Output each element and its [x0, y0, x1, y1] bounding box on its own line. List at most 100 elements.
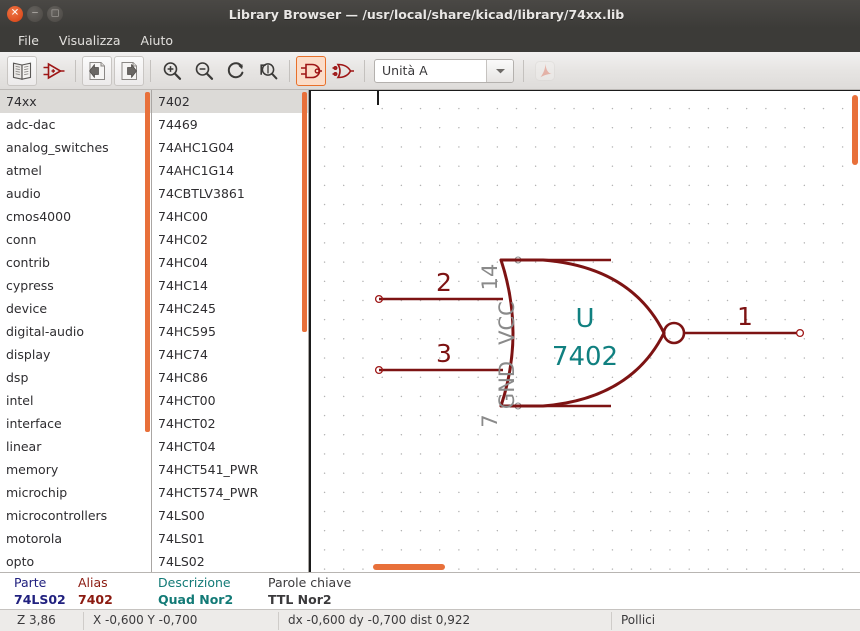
symbol-canvas[interactable]: 2 3 1 VCC 14 GND 7 U 7402 — [309, 90, 860, 572]
library-list-item[interactable]: audio — [0, 182, 151, 205]
pin-14-number: 14 — [478, 264, 502, 291]
component-list-item[interactable]: 74HCT574_PWR — [152, 481, 308, 504]
library-list-item[interactable]: motorola — [0, 527, 151, 550]
library-list-item-label: audio — [6, 186, 41, 201]
component-list-scrollbar[interactable] — [302, 92, 307, 332]
info-column-descrizione: Descrizione Quad Nor2 — [158, 574, 233, 608]
library-list-item[interactable]: contrib — [0, 251, 151, 274]
library-list-item-label: dsp — [6, 370, 28, 385]
component-list-item[interactable]: 74HC14 — [152, 274, 308, 297]
library-list-item[interactable]: analog_switches — [0, 136, 151, 159]
chevron-down-icon[interactable] — [486, 60, 513, 82]
library-list-item[interactable]: digital-audio — [0, 320, 151, 343]
canvas-horizontal-scrollbar[interactable] — [373, 564, 445, 570]
component-list-item[interactable]: 74HCT541_PWR — [152, 458, 308, 481]
library-list-item[interactable]: microcontrollers — [0, 504, 151, 527]
library-list-item[interactable]: opto — [0, 550, 151, 572]
library-list[interactable]: 74xxadc-dacanalog_switchesatmel audio cmos… — [0, 90, 152, 572]
symbol-value: 7402 — [552, 342, 618, 372]
close-icon[interactable]: ✕ — [7, 6, 23, 22]
pin-7-number: 7 — [478, 414, 502, 427]
canvas-vertical-scrollbar[interactable] — [852, 95, 858, 165]
library-list-item[interactable]: adc-dac — [0, 113, 151, 136]
zoom-out-button[interactable] — [189, 56, 219, 86]
component-list-item-label: 74HC86 — [158, 370, 208, 385]
title-bar: ✕ − □ Library Browser — /usr/local/share… — [0, 0, 860, 28]
library-list-item-label: microchip — [6, 485, 67, 500]
component-list-item[interactable]: 74HC245 — [152, 297, 308, 320]
library-list-item[interactable]: cmos4000 — [0, 205, 151, 228]
info-value-descrizione: Quad Nor2 — [158, 591, 233, 608]
component-list-item[interactable]: 74LS00 — [152, 504, 308, 527]
menu-item-file[interactable]: File — [8, 31, 49, 50]
info-value-alias: 7402 — [78, 591, 113, 608]
component-list-item[interactable]: 74HC04 — [152, 251, 308, 274]
library-list-item[interactable]: dsp — [0, 366, 151, 389]
next-button[interactable] — [114, 56, 144, 86]
library-list-item[interactable]: microchip — [0, 481, 151, 504]
library-list-item-label: intel — [6, 393, 33, 408]
library-list-item[interactable]: memory — [0, 458, 151, 481]
library-list-item[interactable]: conn — [0, 228, 151, 251]
component-list-item-label: 74CBTLV3861 — [158, 186, 245, 201]
datasheet-button[interactable] — [530, 56, 560, 86]
component-list-item[interactable]: 74HC74 — [152, 343, 308, 366]
unit-select[interactable]: Unità A — [374, 59, 514, 83]
component-list-item-label: 74AHC1G04 — [158, 140, 234, 155]
library-list-item[interactable]: device — [0, 297, 151, 320]
menu-item-visualizza[interactable]: Visualizza — [49, 31, 131, 50]
library-list-item[interactable]: linear — [0, 435, 151, 458]
library-list-item[interactable]: display — [0, 343, 151, 366]
component-list-item-label: 74HC00 — [158, 209, 208, 224]
component-list-item[interactable]: 7402 — [152, 90, 308, 113]
library-list-item-label: contrib — [6, 255, 50, 270]
component-list-item[interactable]: 74LS02 — [152, 550, 308, 572]
info-header-parole-chiave: Parole chiave — [268, 574, 351, 591]
redraw-button[interactable] — [221, 56, 251, 86]
library-list-item-label: interface — [6, 416, 62, 431]
select-library-button[interactable] — [7, 56, 37, 86]
menu-item-aiuto[interactable]: Aiuto — [131, 31, 184, 50]
component-list-item[interactable]: 74AHC1G04 — [152, 136, 308, 159]
component-list-item[interactable]: 74CBTLV3861 — [152, 182, 308, 205]
minimize-icon[interactable]: − — [27, 6, 43, 22]
library-list-item[interactable]: 74xx — [0, 90, 151, 113]
library-list-item-label: memory — [6, 462, 58, 477]
library-list-item[interactable]: cypress — [0, 274, 151, 297]
component-list-item[interactable]: 74469 — [152, 113, 308, 136]
select-component-button[interactable] — [39, 56, 69, 86]
component-list-item-label: 74HCT04 — [158, 439, 216, 454]
show-pin-deMorgan-converted-button[interactable] — [328, 56, 358, 86]
show-pin-deMorgan-normal-button[interactable] — [296, 56, 326, 86]
toolbar: Unità A — [0, 52, 860, 90]
library-list-scrollbar[interactable] — [145, 92, 150, 432]
component-list-item-label: 74LS01 — [158, 531, 205, 546]
component-list-item[interactable]: 74HC595 — [152, 320, 308, 343]
component-list-item[interactable]: 74HC86 — [152, 366, 308, 389]
status-delta: dx -0,600 dy -0,700 dist 0,922 — [288, 613, 470, 627]
zoom-fit-button[interactable] — [253, 56, 283, 86]
library-list-item-label: cypress — [6, 278, 54, 293]
symbol-reference: U — [575, 304, 594, 334]
library-list-item-label: digital-audio — [6, 324, 84, 339]
zoom-in-button[interactable] — [157, 56, 187, 86]
info-column-parte: Parte 74LS02 — [14, 574, 66, 608]
library-list-item[interactable]: intel — [0, 389, 151, 412]
component-list[interactable]: 740274469 74AHC1G04 74AHC1G14 74CBTLV3861 74… — [152, 90, 309, 572]
maximize-icon[interactable]: □ — [47, 6, 63, 22]
inversion-bubble — [664, 323, 684, 343]
component-list-item[interactable]: 74HCT02 — [152, 412, 308, 435]
library-list-item[interactable]: atmel — [0, 159, 151, 182]
component-list-item[interactable]: 74HCT00 — [152, 389, 308, 412]
component-list-item[interactable]: 74AHC1G14 — [152, 159, 308, 182]
previous-button[interactable] — [82, 56, 112, 86]
component-list-item[interactable]: 74HC00 — [152, 205, 308, 228]
component-list-item[interactable]: 74HCT04 — [152, 435, 308, 458]
zoom-fit-icon — [257, 60, 279, 82]
library-list-item-label: opto — [6, 554, 34, 569]
component-list-item[interactable]: 74HC02 — [152, 228, 308, 251]
library-list-item[interactable]: interface — [0, 412, 151, 435]
pin-1-terminal — [797, 330, 804, 337]
info-header-parte: Parte — [14, 574, 66, 591]
component-list-item[interactable]: 74LS01 — [152, 527, 308, 550]
